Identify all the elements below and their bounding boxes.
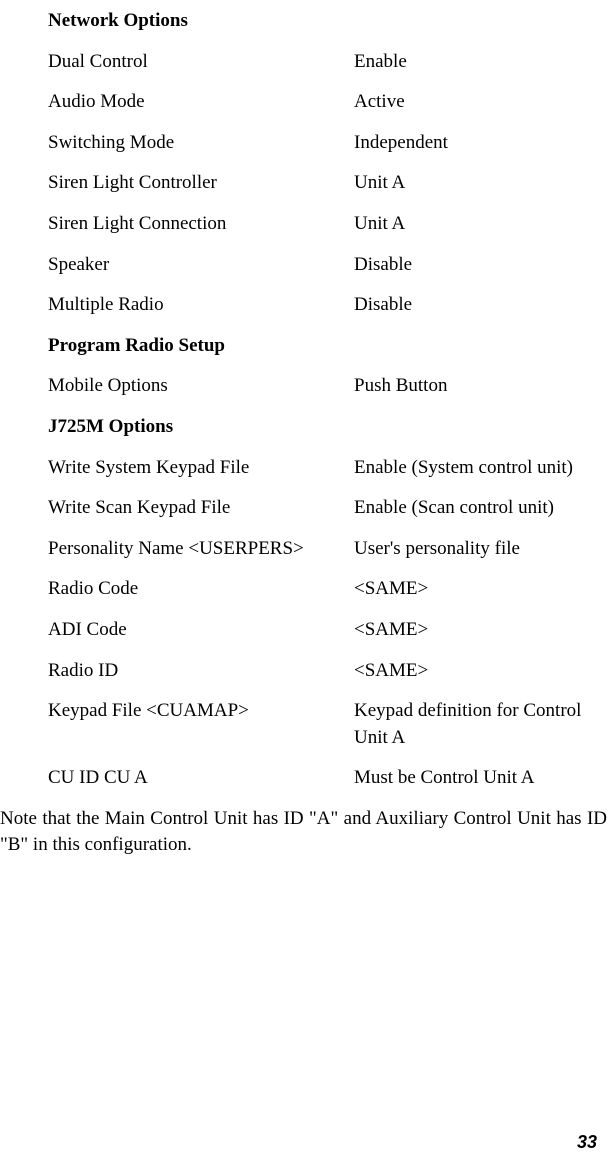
config-value: <SAME> bbox=[354, 617, 615, 644]
config-row: Write Scan Keypad File Enable (Scan cont… bbox=[0, 495, 615, 522]
config-row: Mobile Options Push Button bbox=[0, 373, 615, 400]
config-value: Must be Control Unit A bbox=[354, 765, 615, 792]
config-row: CU ID CU A Must be Control Unit A bbox=[0, 765, 615, 792]
section-heading-program-radio: Program Radio Setup bbox=[0, 333, 615, 360]
config-value: Independent bbox=[354, 130, 615, 157]
config-row: Radio Code <SAME> bbox=[0, 576, 615, 603]
config-row: ADI Code <SAME> bbox=[0, 617, 615, 644]
config-label: Personality Name <USERPERS> bbox=[48, 536, 354, 563]
config-row: Keypad File <CUAMAP> Keypad definition f… bbox=[0, 698, 615, 751]
config-value: Push Button bbox=[354, 373, 615, 400]
config-label: Speaker bbox=[48, 252, 354, 279]
config-value: Enable bbox=[354, 49, 615, 76]
config-label: ADI Code bbox=[48, 617, 354, 644]
config-value: Keypad definition for Control Unit A bbox=[354, 698, 615, 751]
config-row: Radio ID <SAME> bbox=[0, 658, 615, 685]
config-label: Dual Control bbox=[48, 49, 354, 76]
config-label: Siren Light Connection bbox=[48, 211, 354, 238]
config-row: Personality Name <USERPERS> User's perso… bbox=[0, 536, 615, 563]
config-label: Multiple Radio bbox=[48, 292, 354, 319]
config-row: Siren Light Connection Unit A bbox=[0, 211, 615, 238]
config-value: Disable bbox=[354, 292, 615, 319]
config-label: CU ID CU A bbox=[48, 765, 354, 792]
config-row: Speaker Disable bbox=[0, 252, 615, 279]
page-content: Network Options Dual Control Enable Audi… bbox=[0, 0, 615, 859]
config-value: Enable (Scan control unit) bbox=[354, 495, 615, 522]
config-label: Write Scan Keypad File bbox=[48, 495, 354, 522]
config-value: Enable (System control unit) bbox=[354, 455, 615, 482]
config-row: Multiple Radio Disable bbox=[0, 292, 615, 319]
config-value: Unit A bbox=[354, 211, 615, 238]
config-value: Active bbox=[354, 89, 615, 116]
config-row: Dual Control Enable bbox=[0, 49, 615, 76]
config-label: Keypad File <CUAMAP> bbox=[48, 698, 354, 751]
config-value: Unit A bbox=[354, 170, 615, 197]
config-row: Switching Mode Independent bbox=[0, 130, 615, 157]
section-heading-network: Network Options bbox=[0, 8, 615, 35]
config-label: Audio Mode bbox=[48, 89, 354, 116]
config-label: Switching Mode bbox=[48, 130, 354, 157]
config-value: <SAME> bbox=[354, 658, 615, 685]
config-value: Disable bbox=[354, 252, 615, 279]
page-number: 33 bbox=[577, 1130, 597, 1155]
config-row: Write System Keypad File Enable (System … bbox=[0, 455, 615, 482]
config-row: Siren Light Controller Unit A bbox=[0, 170, 615, 197]
section-heading-j725m: J725M Options bbox=[0, 414, 615, 441]
config-label: Radio Code bbox=[48, 576, 354, 603]
config-label: Mobile Options bbox=[48, 373, 354, 400]
config-label: Siren Light Controller bbox=[48, 170, 354, 197]
config-row: Audio Mode Active bbox=[0, 89, 615, 116]
config-value: <SAME> bbox=[354, 576, 615, 603]
config-label: Radio ID bbox=[48, 658, 354, 685]
note-paragraph: Note that the Main Control Unit has ID "… bbox=[0, 806, 615, 859]
config-value: User's personality file bbox=[354, 536, 615, 563]
config-label: Write System Keypad File bbox=[48, 455, 354, 482]
